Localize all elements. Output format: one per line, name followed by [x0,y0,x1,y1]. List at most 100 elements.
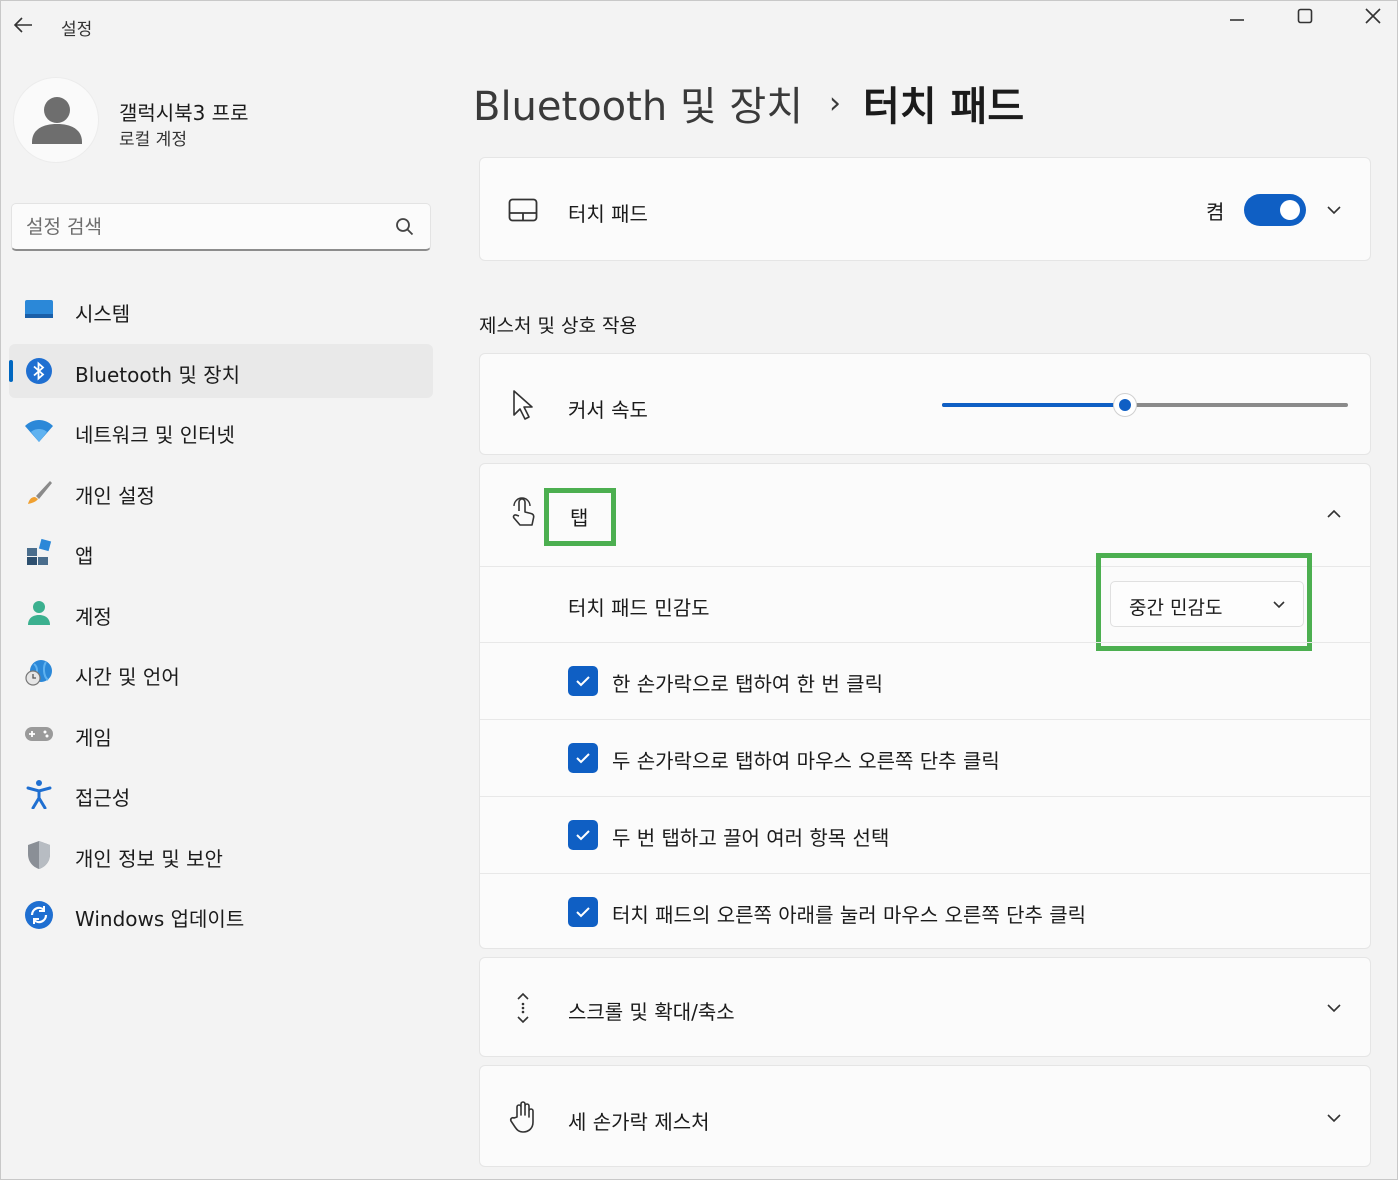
checkmark-icon [576,753,590,764]
checkmark-icon [576,830,590,841]
close-button[interactable] [1343,1,1398,31]
sidebar-item-apps[interactable]: 앱 [9,525,433,579]
sidebar-item-label: 시간 및 언어 [75,665,180,689]
chevron-up-icon[interactable] [1322,502,1346,526]
sensitivity-row: 터치 패드 민감도 중간 민감도 [480,553,1370,651]
shield-icon [23,840,55,870]
sidebar-item-label: 시스템 [75,302,131,326]
tap-option-row: 터치 패드의 오른쪽 아래를 눌러 마우스 오른쪽 단추 클릭 [480,873,1370,949]
bluetooth-icon [23,356,55,386]
avatar [13,77,99,163]
tap-option-row: 두 손가락으로 탭하여 마우스 오른쪽 단추 클릭 [480,719,1370,796]
minimize-button[interactable] [1207,1,1267,31]
cursor-speed-label: 커서 속도 [568,398,648,422]
sidebar-item-accessibility[interactable]: 접근성 [9,767,433,821]
section-title: 제스처 및 상호 작용 [479,315,637,337]
sidebar-item-windows-update[interactable]: Windows 업데이트 [9,888,433,942]
sensitivity-label: 터치 패드 민감도 [568,596,710,620]
wifi-icon [23,416,55,446]
three-finger-label: 세 손가락 제스처 [568,1110,710,1134]
checkmark-icon [576,676,590,687]
sidebar-item-bluetooth[interactable]: Bluetooth 및 장치 [9,343,433,398]
touchpad-label: 터치 패드 [568,202,648,226]
sidebar-item-label: 게임 [75,725,112,750]
sidebar-item-privacy-security[interactable]: 개인 정보 및 보안 [9,828,433,882]
cursor-icon [506,388,540,422]
minimize-icon [1230,19,1244,21]
breadcrumb: Bluetooth 및 장치 › 터치 패드 [473,73,1024,133]
touchpad-icon [506,193,540,227]
settings-search-box [11,203,431,251]
touchpad-toggle[interactable] [1244,194,1306,226]
gamepad-icon [23,719,55,749]
cursor-speed-slider[interactable] [942,390,1348,420]
tap-card: 탭 터치 패드 민감도 중간 민감도 한 손가락으로 탭하여 한 번 클릭 두 … [479,463,1371,949]
update-icon [23,900,55,930]
checkbox-bottom-right-press[interactable] [568,897,598,927]
scroll-zoom-label: 스크롤 및 확대/축소 [568,1000,735,1024]
sidebar-item-label: 계정 [75,604,112,629]
close-icon [1365,8,1381,24]
sidebar-item-label: 접근성 [75,786,131,810]
apps-icon [23,537,55,567]
chevron-down-icon[interactable] [1322,198,1346,222]
maximize-icon [1297,8,1313,24]
checkbox-label: 두 번 탭하고 끌어 여러 항목 선택 [612,826,890,850]
tap-option-row: 한 손가락으로 탭하여 한 번 클릭 [480,642,1370,719]
chevron-down-icon[interactable] [1322,1106,1346,1130]
sidebar-item-label: 개인 정보 및 보안 [75,846,223,871]
checkbox-single-tap[interactable] [568,666,598,696]
three-finger-card[interactable]: 세 손가락 제스처 [479,1065,1371,1167]
page-title: 터치 패드 [863,84,1025,130]
sidebar-item-gaming[interactable]: 게임 [9,707,433,761]
accessibility-icon [23,779,55,809]
person-avatar-icon [32,97,82,144]
sidebar-item-label: 개인 설정 [75,483,155,508]
back-button[interactable] [9,11,37,39]
user-profile[interactable]: 갤럭시북3 프로 로컬 계정 [13,77,433,167]
scroll-zoom-card[interactable]: 스크롤 및 확대/축소 [479,957,1371,1057]
chevron-down-icon[interactable] [1322,996,1346,1020]
system-monitor-icon [23,295,55,325]
tap-header[interactable]: 탭 [480,464,1370,566]
maximize-button[interactable] [1275,1,1335,31]
toggle-knob [1280,200,1300,220]
sidebar-item-label: 네트워크 및 인터넷 [75,423,235,447]
sidebar-item-label: 앱 [75,544,94,568]
checkbox-label: 두 손가락으로 탭하여 마우스 오른쪽 단추 클릭 [612,749,1000,773]
search-icon[interactable] [394,216,416,238]
tap-gesture-icon [506,496,540,530]
cursor-speed-card: 커서 속도 [479,353,1371,455]
tap-option-row: 두 번 탭하고 끌어 여러 항목 선택 [480,796,1370,873]
scroll-icon [506,991,540,1025]
toggle-state-label: 켬 [1206,200,1225,224]
tap-highlight-box [544,488,616,546]
hand-icon [506,1100,540,1134]
dropdown-highlight-box [1096,553,1312,651]
sidebar-item-label: Bluetooth 및 장치 [75,362,241,387]
slider-thumb[interactable] [1112,393,1137,417]
profile-name: 갤럭시북3 프로 [119,101,249,125]
globe-clock-icon [23,658,55,688]
paintbrush-icon [23,477,55,507]
checkbox-double-tap-drag[interactable] [568,820,598,850]
app-title: 설정 [61,20,93,40]
checkbox-two-finger-tap[interactable] [568,743,598,773]
sidebar-item-label: Windows 업데이트 [75,907,245,931]
breadcrumb-parent[interactable]: Bluetooth 및 장치 [473,74,803,132]
sidebar-item-time-language[interactable]: 시간 및 언어 [9,646,433,700]
sidebar-item-accounts[interactable]: 계정 [9,586,433,640]
search-input[interactable] [26,204,386,250]
active-indicator [9,359,13,382]
settings-window: 설정 갤럭시북3 프로 로컬 계정 시스템 [0,0,1398,1180]
checkbox-label: 한 손가락으로 탭하여 한 번 클릭 [612,672,883,696]
sidebar-item-system[interactable]: 시스템 [9,283,433,337]
checkmark-icon [576,907,590,918]
breadcrumb-separator: › [829,85,842,121]
sidebar-nav: 시스템 Bluetooth 및 장치 네트워크 및 인터넷 개인 설정 앱 계정… [9,283,433,949]
touchpad-card[interactable]: 터치 패드 켬 [479,157,1371,261]
arrow-left-icon [13,17,32,33]
person-icon [23,598,55,628]
sidebar-item-network[interactable]: 네트워크 및 인터넷 [9,404,433,458]
sidebar-item-personalization[interactable]: 개인 설정 [9,465,433,519]
